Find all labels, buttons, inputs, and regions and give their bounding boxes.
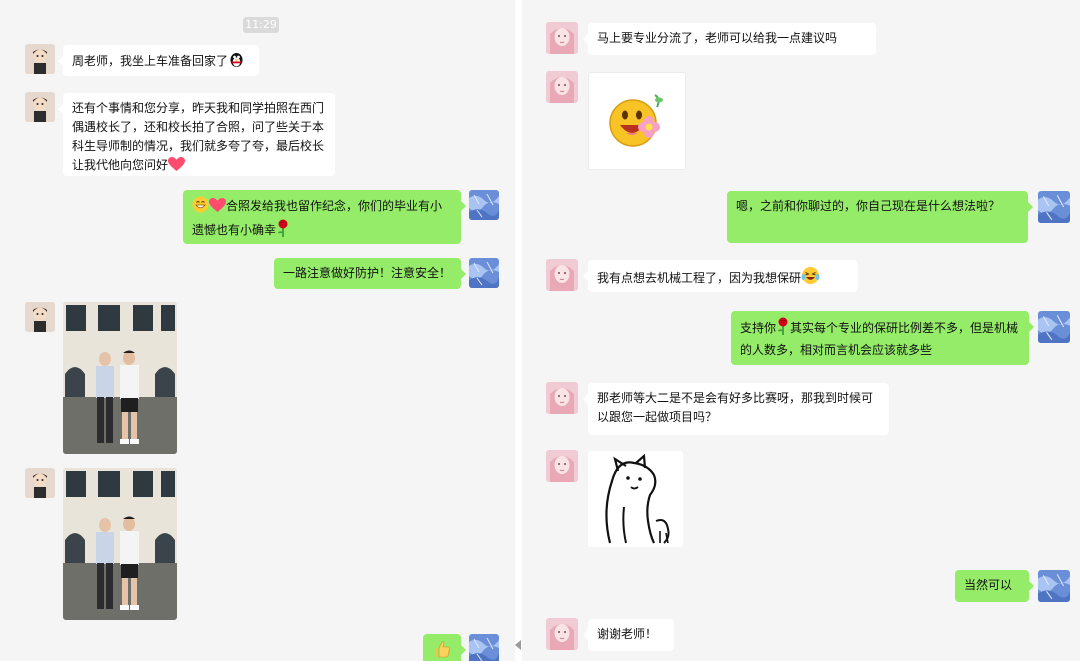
thumbs-up-emoji [433, 640, 451, 661]
message-bubble[interactable]: 一路注意做好防护！注意安全！ [274, 258, 466, 289]
group-photo-image[interactable] [63, 302, 177, 454]
doodle-cat-sticker[interactable] [588, 451, 683, 547]
student-avatar-icon[interactable] [25, 302, 55, 332]
student-avatar-icon[interactable] [25, 92, 55, 122]
message-bubble[interactable]: 当然可以 [955, 570, 1034, 602]
teacher-avatar-icon[interactable] [469, 190, 499, 220]
girl-avatar-icon[interactable] [546, 382, 578, 414]
message-text: 那老师等大二是不是会有好多比赛呀，那我到时候可以跟您一起做项目吗？ [597, 391, 874, 424]
tear-laugh-emoji [801, 266, 820, 291]
message-text: 周老师，我坐上车准备回家了 [72, 54, 229, 68]
left-chat-panel: 11:29 周老师，我坐上车准备回家了 还有个事情和您分享，昨天我和同学拍照在西… [0, 0, 515, 661]
message-bubble[interactable]: 支持你 其实每个专业的保研比例差不多，但是机械的人数多，相对而言机会应该就多些 [731, 311, 1034, 365]
flower-smiley-sticker[interactable] [588, 72, 686, 170]
message-bubble[interactable]: 那老师等大二是不是会有好多比赛呀，那我到时候可以跟您一起做项目吗？ [583, 383, 889, 435]
teacher-avatar-icon[interactable] [469, 258, 499, 288]
message-bubble[interactable]: 我有点想去机械工程了，因为我想保研 [583, 260, 858, 292]
message-text: 还有个事情和您分享，昨天我和同学拍照在西门偶遇校长了，还和校长拍了合照，问了些关… [72, 101, 325, 172]
rose-emoji [776, 317, 790, 341]
student-avatar-icon[interactable] [25, 468, 55, 498]
message-text: 当然可以 [964, 578, 1013, 592]
collapse-arrow-icon[interactable] [515, 640, 521, 650]
message-bubble[interactable] [423, 634, 466, 661]
girl-avatar-icon[interactable] [546, 22, 578, 54]
penguin-emoji [228, 51, 245, 74]
timestamp: 11:29 [243, 17, 279, 33]
message-text: 谢谢老师！ [597, 627, 658, 641]
message-text: 马上要专业分流了，老师可以给我一点建议吗 [597, 31, 838, 45]
right-chat-panel: 马上要专业分流了，老师可以给我一点建议吗 嗯，之前和你聊过的，你自己现在是什么想… [522, 0, 1080, 661]
teacher-avatar-icon[interactable] [1038, 191, 1070, 223]
message-bubble[interactable]: 谢谢老师！ [583, 619, 674, 651]
rose-emoji [276, 219, 290, 243]
girl-avatar-icon[interactable] [546, 259, 578, 291]
grin-emoji [192, 196, 209, 219]
message-bubble[interactable]: 嗯，之前和你聊过的，你自己现在是什么想法啦？ [727, 191, 1033, 243]
message-bubble[interactable]: 合照发给我也留作纪念，你们的毕业有小遗憾也有小确幸 [183, 190, 466, 244]
heart-emoji [168, 157, 186, 178]
message-text: 支持你 [740, 321, 777, 335]
message-bubble[interactable]: 还有个事情和您分享，昨天我和同学拍照在西门偶遇校长了，还和校长拍了合照，问了些关… [58, 93, 335, 178]
girl-avatar-icon[interactable] [546, 450, 578, 482]
message-bubble[interactable]: 马上要专业分流了，老师可以给我一点建议吗 [583, 23, 876, 55]
heart-emoji [209, 198, 226, 219]
teacher-avatar-icon[interactable] [1038, 570, 1070, 602]
teacher-avatar-icon[interactable] [1038, 311, 1070, 343]
message-text: 一路注意做好防护！注意安全！ [283, 266, 452, 280]
message-text: 嗯，之前和你聊过的，你自己现在是什么想法啦？ [736, 199, 1001, 213]
message-text: 我有点想去机械工程了，因为我想保研 [597, 271, 802, 285]
group-photo-image[interactable] [63, 468, 177, 620]
panel-divider [515, 0, 522, 661]
message-text: 合照发给我也留作纪念，你们的毕业有小遗憾也有小确幸 [192, 199, 443, 237]
message-bubble[interactable]: 周老师，我坐上车准备回家了 [58, 45, 259, 76]
student-avatar-icon[interactable] [25, 44, 55, 74]
girl-avatar-icon[interactable] [546, 618, 578, 650]
teacher-avatar-icon[interactable] [469, 634, 499, 661]
girl-avatar-icon[interactable] [546, 71, 578, 103]
